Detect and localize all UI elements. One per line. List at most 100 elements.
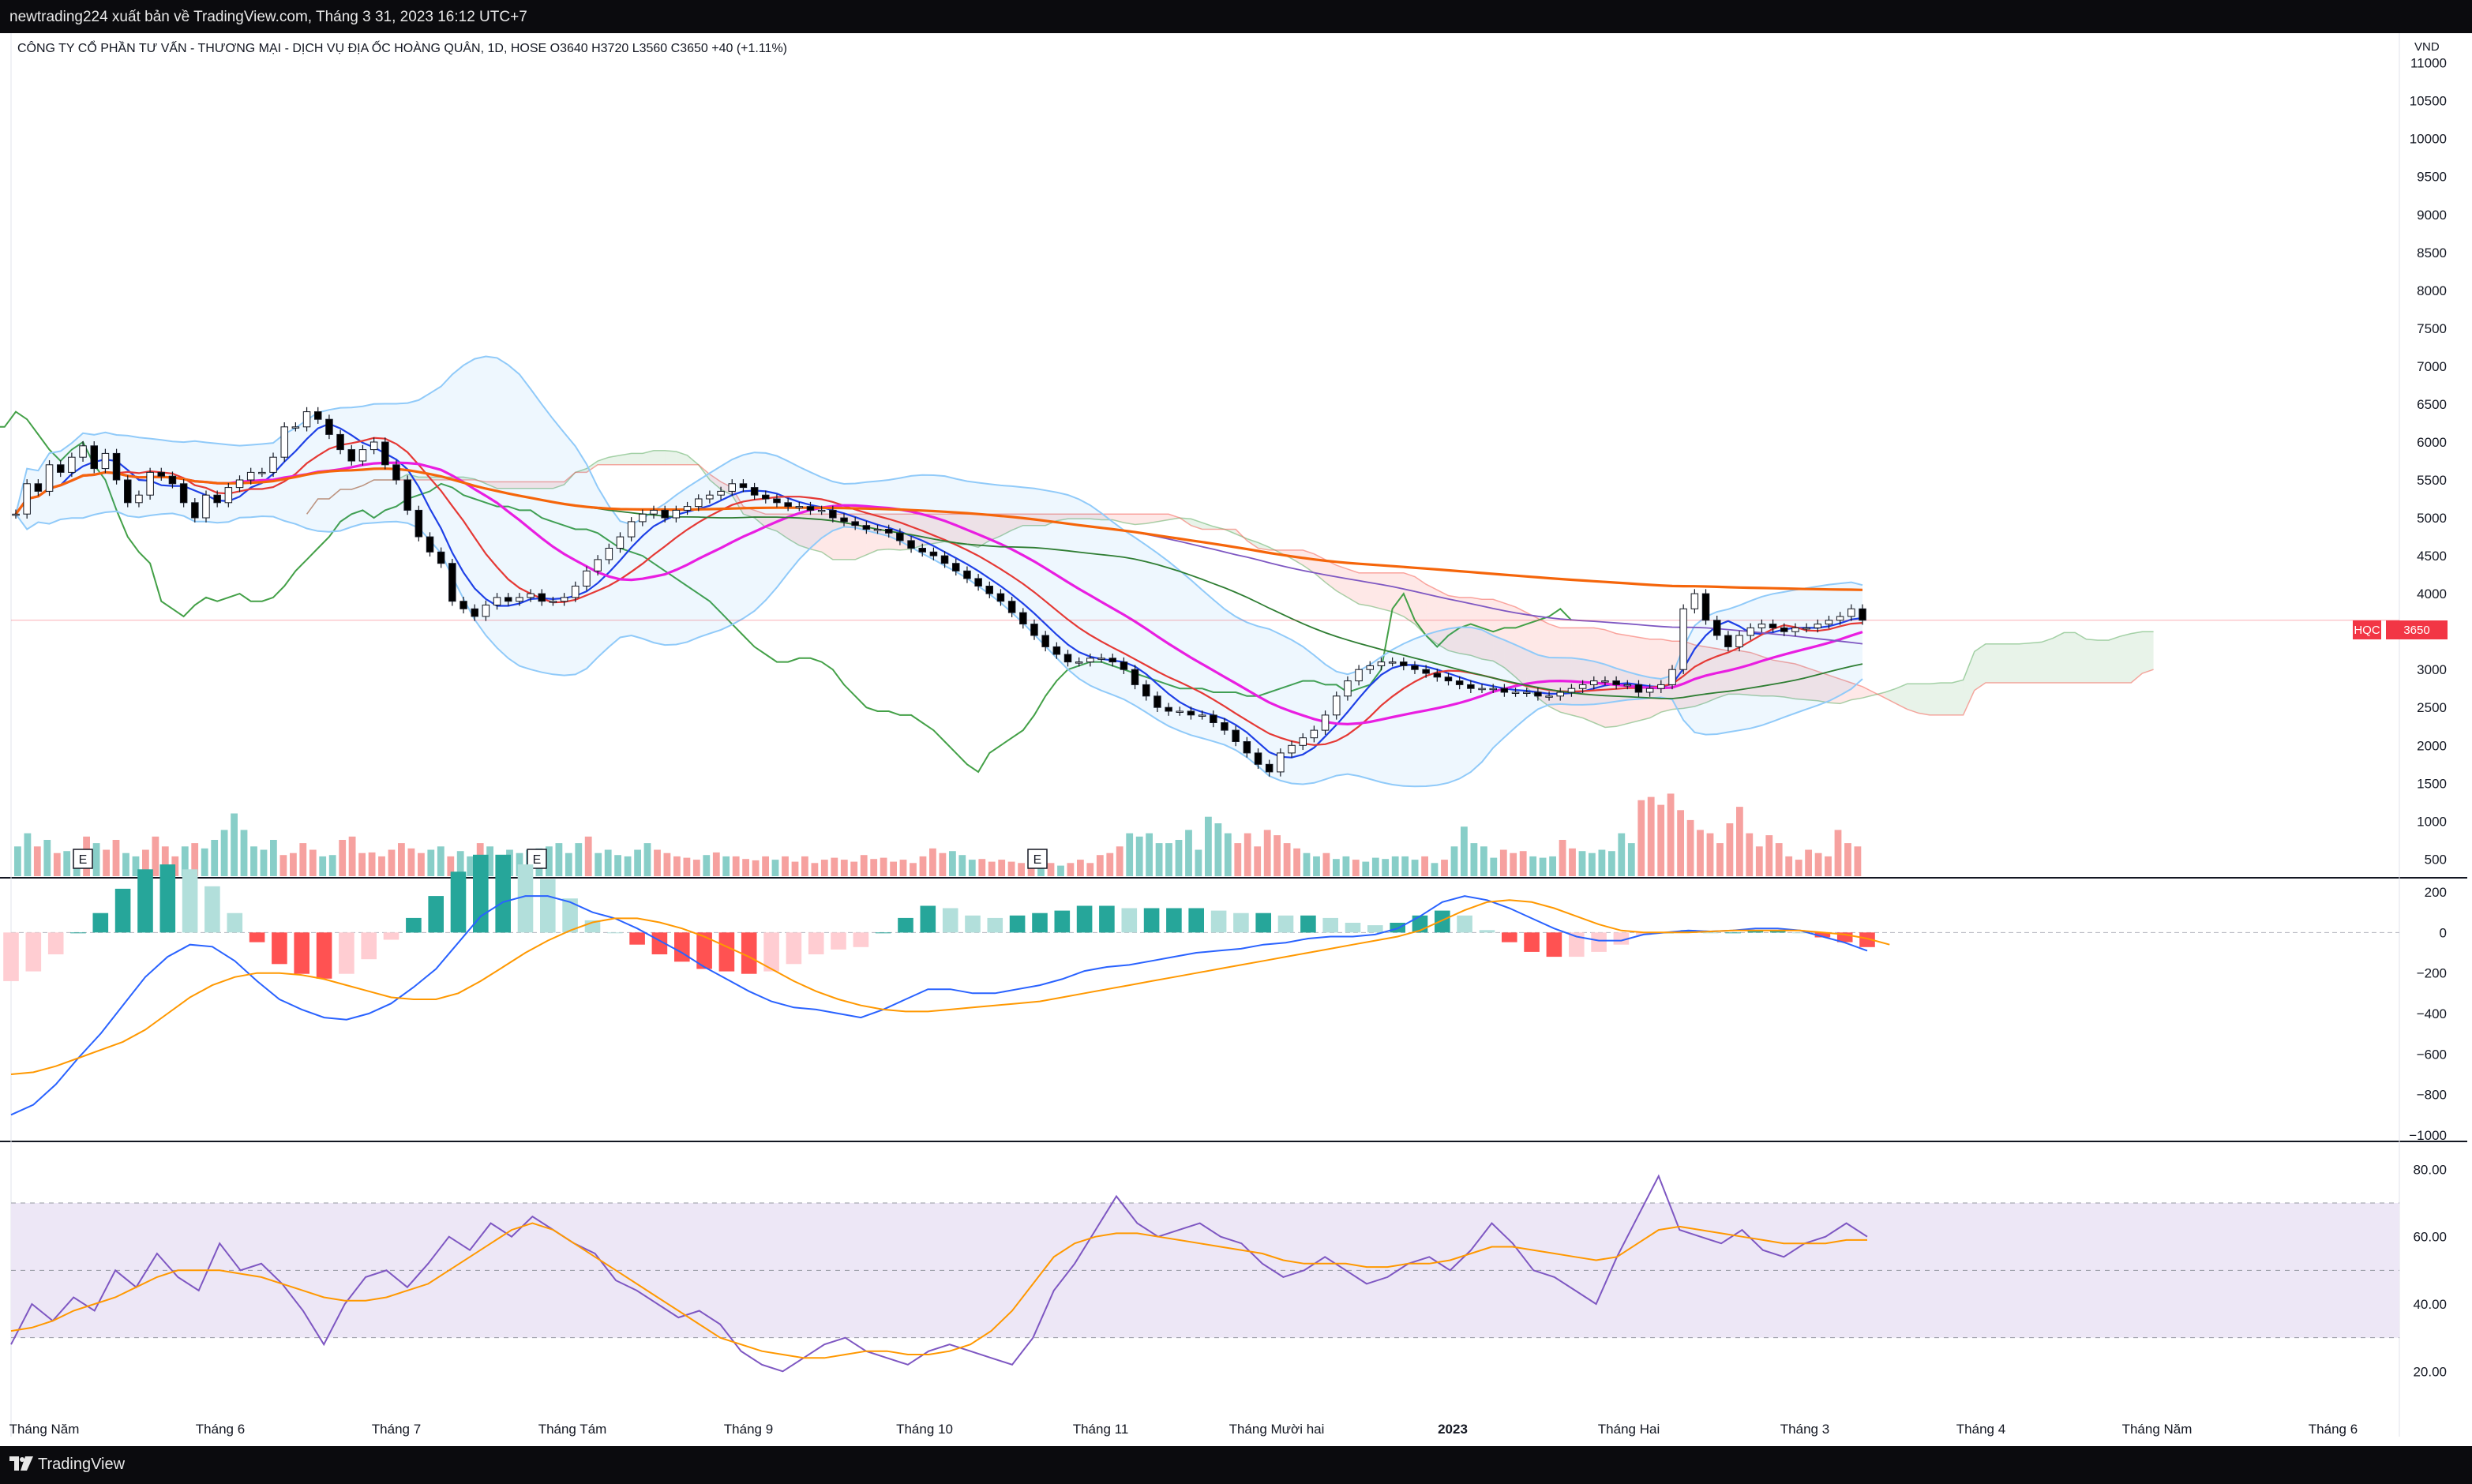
candle-body <box>314 411 322 420</box>
candle-body <box>1802 627 1810 630</box>
volume-bar <box>201 848 208 876</box>
candle-body <box>639 513 647 523</box>
macd-histogram-bar <box>1121 908 1138 933</box>
time-tick-label: Tháng Năm <box>2122 1422 2193 1437</box>
volume-bar <box>1470 843 1478 876</box>
time-tick-label: Tháng 3 <box>1780 1422 1829 1437</box>
macd-histogram-bar <box>1032 913 1048 933</box>
macd-histogram-bar <box>1099 905 1115 933</box>
candle-body <box>1221 722 1228 731</box>
candle-body <box>616 536 625 549</box>
candle-body <box>1780 627 1788 632</box>
candle-body <box>460 601 467 609</box>
volume-bar <box>231 813 238 876</box>
volume-bar <box>683 857 691 876</box>
candle-body <box>762 494 770 500</box>
candle-body <box>1108 658 1116 663</box>
candle-body <box>1120 661 1128 670</box>
volume-bar <box>1371 857 1379 876</box>
volume-bar <box>1480 846 1487 876</box>
candle-body <box>1411 665 1419 670</box>
macd-histogram-bar <box>718 932 735 972</box>
volume-bar <box>752 860 760 876</box>
ichimoku-segment <box>1370 572 1382 609</box>
candle-body <box>717 490 725 496</box>
candle-body <box>224 487 233 504</box>
volume-bar <box>43 840 51 876</box>
candle-body <box>1086 658 1094 663</box>
candle-body <box>1455 680 1464 685</box>
price-tick-label: 1000 <box>2417 814 2447 829</box>
volume-bar <box>722 856 730 876</box>
price-tick-label: 7500 <box>2417 321 2447 336</box>
candle-body <box>918 548 926 553</box>
volume-bar <box>1116 846 1123 876</box>
candle-body <box>179 483 188 504</box>
macd-histogram-bar <box>1546 932 1562 957</box>
time-tick-label: 2023 <box>1438 1422 1468 1437</box>
candle-body <box>1545 695 1553 698</box>
volume-bar <box>811 863 819 876</box>
candle-body <box>840 517 848 523</box>
candle-body <box>1321 714 1330 731</box>
candle-body <box>940 555 949 564</box>
volume-bar <box>1854 846 1862 876</box>
candle-body <box>336 433 344 451</box>
macd-histogram-bar <box>517 864 534 933</box>
macd-histogram-bar <box>272 932 287 965</box>
volume-bar <box>565 853 572 876</box>
candle-body <box>1041 635 1049 647</box>
candle-body <box>661 509 669 519</box>
candle-body <box>862 525 871 530</box>
candle-body <box>1534 691 1542 697</box>
candle-body <box>280 426 288 458</box>
candle-body <box>1265 763 1274 773</box>
macd-histogram-bar <box>383 932 399 940</box>
time-tick-label: Tháng Mười hai <box>1229 1422 1325 1437</box>
candle-body <box>12 513 20 516</box>
publisher-text: newtrading224 xuất bản về TradingView.co… <box>9 9 527 25</box>
candle-body <box>1724 635 1732 647</box>
chart-area[interactable]: EEE 2000−200−400−600−800−1000 80.0060.00… <box>0 33 2472 1446</box>
candle-body <box>191 502 199 519</box>
candle-body <box>1746 627 1754 636</box>
volume-bar <box>1185 830 1192 876</box>
volume-bar <box>614 855 621 876</box>
volume-bar <box>240 830 248 876</box>
volume-bar <box>692 860 700 876</box>
candle-body <box>605 548 613 560</box>
price-tick-label: 10500 <box>2410 94 2447 109</box>
candle-body <box>1198 714 1206 717</box>
macd-histogram-bar <box>182 869 198 933</box>
candle-body <box>1859 608 1866 621</box>
volume-bar <box>703 855 711 876</box>
candle-body <box>1153 695 1161 708</box>
volume-bar <box>1539 857 1547 876</box>
volume-bar <box>1362 861 1370 876</box>
rsi-tick-label: 60.00 <box>2413 1230 2447 1245</box>
volume-bar <box>624 856 632 876</box>
macd-histogram-bar <box>898 917 913 933</box>
volume-bar <box>1421 856 1428 876</box>
macd-histogram-bar <box>450 871 467 933</box>
candle-body <box>996 593 1005 602</box>
candle-body <box>985 586 993 594</box>
price-tick-label: 1500 <box>2417 776 2447 791</box>
candle-body <box>79 445 87 458</box>
volume-bar <box>1519 851 1527 876</box>
candle-body <box>1232 729 1240 742</box>
volume-bar <box>14 846 21 876</box>
volume-bar <box>418 853 425 876</box>
candle-body <box>907 540 915 549</box>
candle-body <box>1344 680 1352 697</box>
rsi-tick-label: 20.00 <box>2413 1364 2447 1379</box>
volume-bar <box>1195 849 1202 876</box>
price-tick-label: 2000 <box>2417 738 2447 753</box>
candle-body <box>683 506 692 511</box>
volume-bar <box>279 855 287 876</box>
price-tick-label: 6000 <box>2417 435 2447 450</box>
candle-body <box>817 509 826 512</box>
macd-histogram-bar <box>1300 915 1316 933</box>
volume-bar <box>437 846 445 876</box>
volume-bar <box>643 843 651 876</box>
